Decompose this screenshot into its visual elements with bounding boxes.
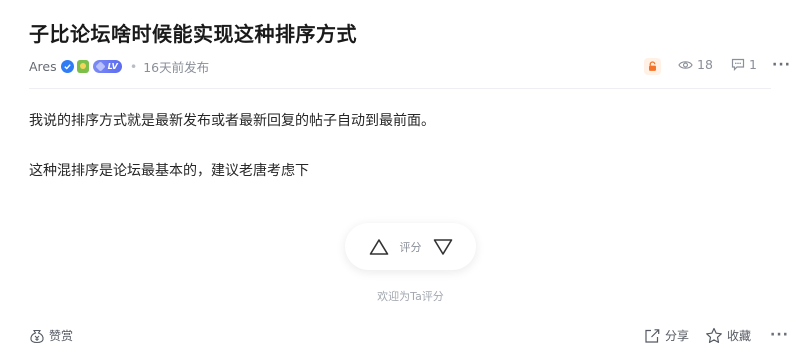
share-icon — [644, 328, 661, 344]
author-name[interactable]: Ares — [29, 59, 57, 74]
rating-label: 评分 — [399, 240, 422, 254]
reward-icon — [29, 328, 45, 344]
star-icon — [705, 327, 723, 344]
post-meta: Ares LV • 16天前发布 — [29, 57, 209, 75]
reward-label: 赞赏 — [49, 329, 74, 343]
eye-icon — [678, 59, 693, 71]
downvote-icon[interactable] — [432, 237, 454, 257]
comment-count[interactable]: 1 — [731, 57, 757, 72]
level-badge-text: LV — [107, 61, 118, 71]
level-badge-icon: LV — [92, 59, 122, 73]
rating-widget: 评分 — [345, 223, 476, 270]
verified-icon — [60, 59, 74, 73]
share-label: 分享 — [665, 329, 690, 343]
share-button[interactable]: 分享 — [644, 327, 689, 344]
post-body-paragraph-1: 我说的排序方式就是最新发布或者最新回复的帖子自动到最前面。 — [29, 113, 435, 129]
medal-icon — [76, 59, 89, 73]
footer-more-icon[interactable]: ··· — [770, 327, 789, 343]
favorite-label: 收藏 — [727, 329, 752, 343]
lock-icon — [644, 58, 661, 75]
view-count: 18 — [678, 57, 713, 72]
upvote-icon[interactable] — [368, 237, 390, 257]
post-body-paragraph-2: 这种混排序是论坛最基本的，建议老唐考虑下 — [29, 163, 309, 179]
more-icon[interactable]: ··· — [772, 57, 791, 73]
post-title: 子比论坛啥时候能实现这种排序方式 — [29, 22, 357, 46]
rating-invite-text: 欢迎为Ta评分 — [377, 290, 444, 303]
comment-icon — [731, 58, 745, 71]
post-time: 16天前发布 — [143, 59, 210, 75]
comment-count-value: 1 — [749, 57, 757, 72]
view-count-value: 18 — [697, 57, 713, 72]
divider — [29, 88, 771, 89]
favorite-button[interactable]: 收藏 — [705, 327, 751, 344]
meta-separator: • — [129, 58, 138, 74]
reward-button[interactable]: 赞赏 — [29, 327, 73, 344]
